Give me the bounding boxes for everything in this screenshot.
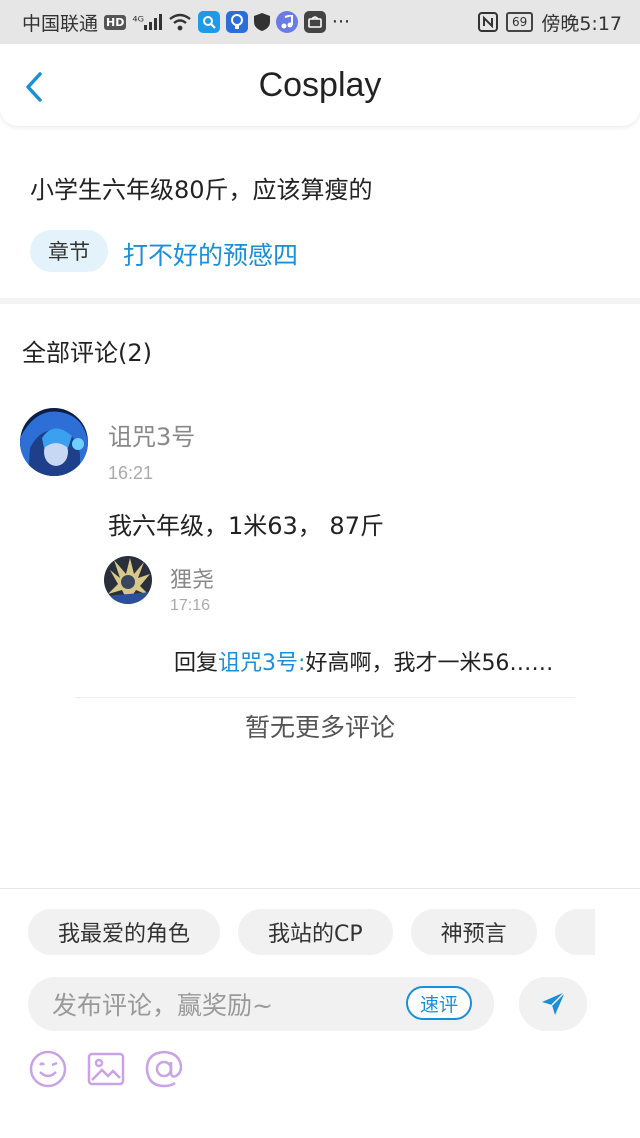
image-button[interactable] <box>86 1049 126 1089</box>
send-icon <box>542 991 566 1015</box>
signal-icon: ⁴ᴳ <box>132 14 162 30</box>
clock: 傍晚5:17 <box>541 12 622 35</box>
music-app-icon <box>275 11 298 33</box>
reply-prefix: 回复 <box>174 651 219 676</box>
carrier-label: 中国联通 <box>22 12 99 35</box>
reply-mention-link[interactable]: 诅咒3号: <box>218 651 305 676</box>
status-bar: 中国联通 HD ⁴ᴳ ··· 69 傍晚5:17 <box>0 0 640 44</box>
comments-heading: 全部评论(2) <box>22 339 152 367</box>
wifi-icon <box>168 13 192 31</box>
mention-button[interactable] <box>144 1049 184 1089</box>
at-icon <box>145 1050 183 1088</box>
post-content: 小学生六年级80斤，应该算瘦的 <box>30 176 373 204</box>
page-header: Cosplay <box>0 44 640 126</box>
more-notifications-icon: ··· <box>331 11 351 33</box>
shield-icon <box>253 13 270 31</box>
page-title: Cosplay <box>258 65 382 104</box>
no-more-comments: 暂无更多评论 <box>244 713 395 742</box>
reply-content: 回复诅咒3号:好高啊，我才一米56…… <box>174 645 553 677</box>
emoji-icon <box>29 1050 67 1088</box>
topic-chip[interactable] <box>554 909 595 955</box>
image-icon <box>87 1052 125 1086</box>
topic-chip[interactable]: 神预言 <box>410 909 537 955</box>
topic-chip[interactable]: 我最爱的角色 <box>28 909 221 955</box>
send-button[interactable] <box>519 977 587 1031</box>
chapter-link[interactable]: 打不好的预感四 <box>123 236 298 272</box>
back-button[interactable] <box>20 70 50 104</box>
bulb-app-icon <box>225 11 248 33</box>
comment-placeholder: 发布评论，赢奖励~ <box>52 991 273 1020</box>
huawei-app-icon <box>303 11 326 33</box>
quick-review-button[interactable]: 速评 <box>405 986 472 1020</box>
back-arrow-icon <box>26 72 42 102</box>
network-type-label: ⁴ᴳ <box>132 14 144 30</box>
comment-composer: 我最爱的角色 我站的CP 神预言 发布评论，赢奖励~ 速评 <box>0 888 640 1138</box>
search-app-icon <box>197 11 220 33</box>
composer-tools <box>28 1049 184 1089</box>
section-divider <box>0 298 640 304</box>
comment-time: 16:21 <box>108 463 154 483</box>
chapter-tag: 章节 <box>30 230 108 272</box>
nfc-icon <box>478 12 499 32</box>
topic-chip[interactable]: 我站的CP <box>238 909 393 955</box>
hd-icon: HD <box>104 14 127 30</box>
topic-chips: 我最爱的角色 我站的CP 神预言 <box>28 909 595 955</box>
emoji-button[interactable] <box>28 1049 68 1089</box>
commenter-avatar[interactable] <box>20 408 88 476</box>
commenter-name[interactable]: 诅咒3号 <box>108 417 195 452</box>
comments-end-divider <box>75 697 575 698</box>
reply-text: 好高啊，我才一米56…… <box>305 651 554 676</box>
replier-name[interactable]: 狸尧 <box>170 562 214 594</box>
comment-input[interactable]: 发布评论，赢奖励~ 速评 <box>28 977 494 1031</box>
comment-text: 我六年级，1米63， 87斤 <box>108 512 384 540</box>
replier-avatar[interactable] <box>104 556 152 604</box>
battery-icon: 69 <box>506 12 534 32</box>
reply-time: 17:16 <box>170 597 211 614</box>
